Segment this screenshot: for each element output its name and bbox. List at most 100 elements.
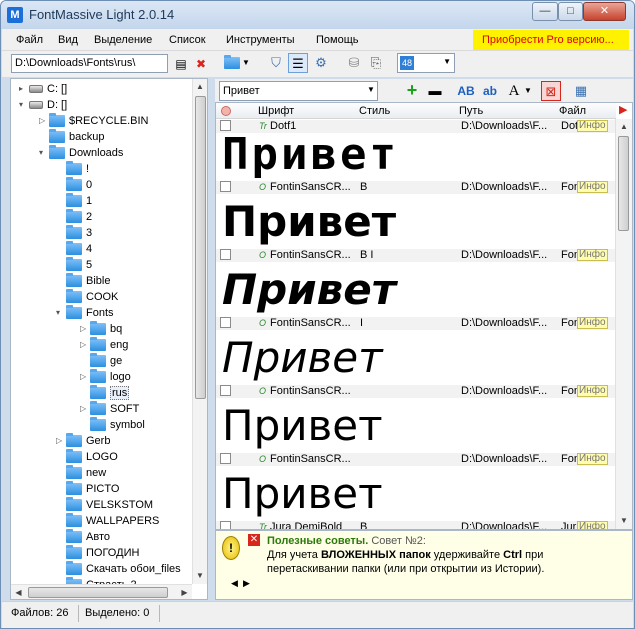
clear-path-icon[interactable]: ✖ (191, 54, 211, 74)
scroll-left-icon[interactable]: ◀ (11, 585, 26, 599)
font-row[interactable]: Tr Jura DemiBold B D:\Downloads\F... Jur Инфо (216, 521, 616, 529)
list-scroll-thumb[interactable] (618, 136, 629, 231)
prev-tip-icon[interactable]: ◀ (231, 578, 238, 589)
install-font-icon[interactable]: ⛁ (344, 53, 364, 73)
font-checkbox[interactable] (220, 249, 231, 260)
font-info-button[interactable]: Инфо (577, 317, 608, 329)
tree-item[interactable]: new (56, 465, 106, 481)
column-style[interactable]: Стиль (359, 103, 390, 119)
font-row[interactable]: O FontinSansCR... B D:\Downloads\F... Fon Инф… (216, 181, 616, 194)
menu-view[interactable]: Вид (58, 34, 78, 46)
tree-item[interactable]: LOGO (56, 449, 118, 465)
preview-text-input[interactable]: Привет (219, 81, 378, 101)
scroll-up-icon[interactable]: ▲ (193, 79, 207, 95)
remove-icon[interactable]: ▬ (425, 81, 445, 101)
folder-tree[interactable]: ▸ C: [] ▾ D: [] ▷ $RECYCLE.BIN backup ▾ Download… (10, 78, 208, 600)
tree-item[interactable]: ▷ $RECYCLE.BIN (39, 113, 148, 129)
collapse-arrow-icon[interactable]: ▾ (39, 145, 49, 161)
tree-item[interactable]: ПОГОДИН (56, 545, 139, 561)
tree-vertical-scrollbar[interactable]: ▲ ▼ (192, 79, 207, 584)
font-checkbox[interactable] (220, 453, 231, 464)
tree-item[interactable]: 1 (56, 193, 92, 209)
close-button[interactable]: ✕ (583, 2, 626, 21)
menu-tools[interactable]: Инструменты (226, 34, 295, 46)
lowercase-icon[interactable]: ab (480, 81, 500, 101)
font-size-select[interactable]: 48 ▼ (397, 53, 455, 73)
tree-item[interactable]: ▷ logo (80, 369, 131, 385)
collapse-arrow-icon[interactable]: ▾ (56, 305, 66, 321)
list-scroll-up-icon[interactable]: ▲ (616, 119, 632, 135)
settings-view-icon[interactable]: ⚙ (311, 53, 331, 73)
tree-item[interactable]: 2 (56, 209, 92, 225)
maximize-button[interactable]: □ (558, 2, 583, 21)
tree-item[interactable]: backup (39, 129, 104, 145)
tree-item[interactable]: ▷ eng (80, 337, 128, 353)
tree-item[interactable]: 5 (56, 257, 92, 273)
tree-item[interactable]: Скачать обои_files (56, 561, 181, 577)
list-scroll-down-icon[interactable]: ▼ (616, 513, 632, 529)
font-list[interactable]: Шрифт Стиль Путь Файл ▶ Tr Dotf1 D:\Downlo… (215, 102, 633, 530)
column-path[interactable]: Путь (459, 103, 483, 119)
expand-arrow-icon[interactable]: ▷ (56, 433, 66, 449)
font-info-button[interactable]: Инфо (577, 385, 608, 397)
font-row[interactable]: O FontinSansCR... B I D:\Downloads\F... Fon И… (216, 249, 616, 262)
expand-arrow-icon[interactable]: ▸ (19, 81, 29, 97)
expand-arrow-icon[interactable]: ▷ (80, 401, 90, 417)
tree-item[interactable]: COOK (56, 289, 118, 305)
font-row[interactable]: O FontinSansCR... I D:\Downloads\F... Fon Инф… (216, 317, 616, 330)
preview-dropdown-icon[interactable]: ▼ (367, 85, 375, 94)
layout-icon[interactable]: ▦ (571, 81, 591, 101)
open-folder-icon[interactable] (222, 53, 242, 73)
font-list-scrollbar[interactable]: ▲ ▼ (615, 119, 632, 529)
collapse-arrow-icon[interactable]: ▾ (19, 97, 29, 113)
text-color-icon[interactable]: A (504, 81, 524, 101)
font-checkbox[interactable] (220, 181, 231, 192)
scroll-down-icon[interactable]: ▼ (193, 568, 207, 584)
filter-icon[interactable]: ⛉ (266, 53, 286, 73)
tree-item[interactable]: ▾ D: [] (19, 97, 67, 113)
menu-help[interactable]: Помощь (316, 34, 359, 46)
tree-item[interactable]: VELSKSTOM (56, 497, 153, 513)
tree-item[interactable]: rus (80, 385, 130, 401)
tree-item[interactable]: ▷ bq (80, 321, 122, 337)
tree-item[interactable]: PICTO (56, 481, 119, 497)
tree-scroll-thumb[interactable] (195, 96, 206, 399)
add-icon[interactable]: + (402, 81, 422, 101)
tree-item[interactable]: ▾ Fonts (56, 305, 114, 321)
no-background-icon[interactable]: ⊠ (541, 81, 561, 101)
font-checkbox[interactable] (220, 385, 231, 396)
buy-pro-banner[interactable]: Приобрести Pro версию... (473, 30, 629, 50)
tree-item[interactable]: ▷ SOFT (80, 401, 139, 417)
font-info-button[interactable]: Инфо (577, 249, 608, 261)
tree-item[interactable]: 3 (56, 225, 92, 241)
expand-arrow-icon[interactable]: ▷ (80, 369, 90, 385)
font-checkbox[interactable] (220, 521, 231, 529)
tree-item[interactable]: symbol (80, 417, 145, 433)
list-view-icon[interactable]: ☰ (288, 53, 308, 73)
font-info-button[interactable]: Инфо (577, 181, 608, 193)
copy-font-icon[interactable]: ⎘ (366, 53, 386, 73)
expand-arrow-icon[interactable]: ▷ (39, 113, 49, 129)
scroll-right-icon[interactable]: ▶ (177, 585, 192, 599)
tree-item[interactable]: Bible (56, 273, 110, 289)
select-all-icon[interactable] (221, 106, 231, 116)
tree-item[interactable]: Авто (56, 529, 110, 545)
column-file[interactable]: Файл (559, 103, 586, 119)
font-row[interactable]: O FontinSansCR... D:\Downloads\F... Fon Инфо (216, 453, 616, 466)
open-folder-dropdown-icon[interactable]: ▼ (240, 53, 252, 73)
font-info-button[interactable]: Инфо (577, 120, 608, 132)
minimize-button[interactable]: — (532, 2, 558, 21)
menu-selection[interactable]: Выделение (94, 34, 152, 46)
tree-item[interactable]: ▸ C: [] (19, 81, 67, 97)
tree-item[interactable]: ▷ Gerb (56, 433, 110, 449)
column-font[interactable]: Шрифт (258, 103, 294, 119)
font-info-button[interactable]: Инфо (577, 453, 608, 465)
tree-item[interactable]: ▾ Downloads (39, 145, 123, 161)
text-color-dropdown-icon[interactable]: ▼ (523, 81, 533, 101)
tree-horizontal-scrollbar[interactable]: ◀ ▶ (11, 584, 192, 599)
expand-arrow-icon[interactable]: ▷ (80, 337, 90, 353)
scroll-right-arrow-icon[interactable]: ▶ (619, 103, 627, 116)
browse-folder-icon[interactable]: ▤ (171, 54, 191, 74)
tree-hscroll-thumb[interactable] (28, 587, 168, 598)
font-row[interactable]: O FontinSansCR... D:\Downloads\F... Fon Инфо (216, 385, 616, 398)
